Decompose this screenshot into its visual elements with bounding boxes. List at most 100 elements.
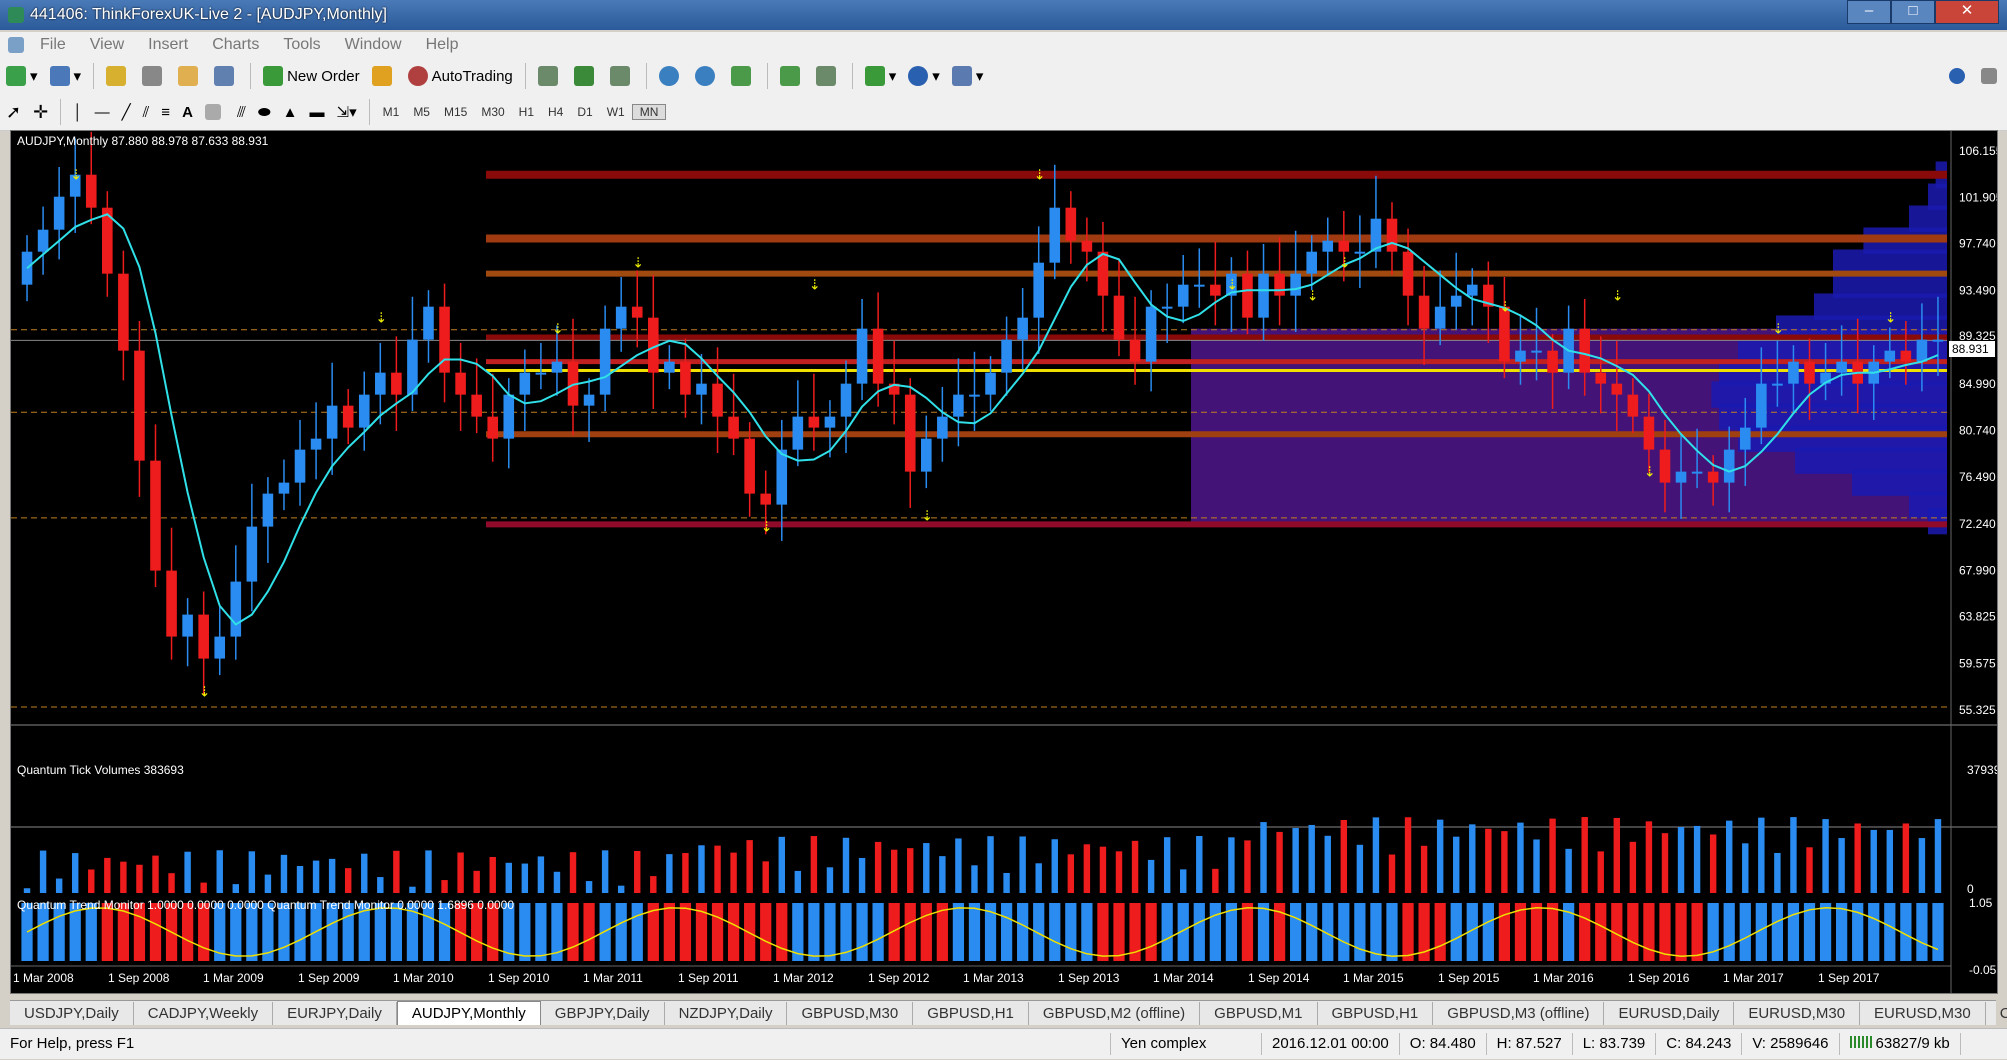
line-chart-button[interactable] [605,61,639,91]
volume-bar [1228,837,1235,893]
crosshair-tool[interactable]: ✛ [28,97,53,127]
new-order-icon [263,66,284,86]
candle-body [760,493,772,505]
zoom-in-button[interactable] [654,61,688,91]
fibo-tool[interactable]: ≡ [156,97,175,127]
timeframe-m5[interactable]: M5 [406,105,437,119]
triangle-tool[interactable]: ▲ [278,97,303,127]
profile-row [1928,507,1947,535]
menu-tools[interactable]: Tools [271,36,332,54]
rectangle-tool[interactable]: ▬ [305,97,330,127]
terminal-button[interactable] [209,61,243,91]
chart-tab[interactable]: CHFJPY,H1 [1986,1002,2007,1025]
candle-body [599,328,611,395]
ellipse-tool[interactable]: ⬬ [253,97,276,127]
menu-file[interactable]: File [28,36,78,54]
new-chart-button[interactable]: ▾ [1,61,43,91]
metaeditor-button[interactable] [367,61,401,91]
timeframe-w1[interactable]: W1 [600,105,632,119]
candle-body [1691,471,1703,474]
menu-insert[interactable]: Insert [136,36,200,54]
menu-help[interactable]: Help [414,36,471,54]
chart-tab[interactable]: GBPUSD,M2 (offline) [1029,1002,1201,1025]
profiles-button[interactable]: ▾ [45,61,87,91]
channel-tool[interactable]: ⫽ [138,97,155,127]
signal-arrow: ⇣ [921,508,933,524]
chart-tab[interactable]: GBPUSD,H1 [1318,1002,1434,1025]
search-button[interactable] [1944,61,1974,91]
trend-bar [1868,903,1880,961]
new-order-button[interactable]: New Order [258,61,365,91]
chart-tab[interactable]: GBPUSD,M3 (offline) [1433,1002,1605,1025]
chart-tab[interactable]: GBPUSD,M1 [1200,1002,1318,1025]
chart-tab[interactable]: AUDJPY,Monthly [396,1001,541,1025]
chart-tab[interactable]: USDJPY,Daily [10,1002,134,1025]
timeframe-m30[interactable]: M30 [474,105,511,119]
timeframe-mn[interactable]: MN [631,104,667,120]
market-watch-button[interactable] [101,61,135,91]
candlestick-button[interactable] [569,61,603,91]
zoom-out-button[interactable] [690,61,724,91]
indicators-button[interactable]: ▾ [860,61,902,91]
close-button[interactable]: ✕ [1935,0,1999,24]
chart-shift-button[interactable] [811,61,845,91]
timeframe-d1[interactable]: D1 [570,105,599,119]
autotrading-button[interactable]: AutoTrading [403,61,518,91]
templates-button[interactable]: ▾ [947,61,989,91]
trend-bar [1241,903,1254,961]
date-tick: 1 Sep 2017 [1818,971,1880,985]
chart-canvas[interactable]: ⇣ ⇣ ⇣ ⇣ ⇣ ⇣ ⇣ ⇣ ⇣ ⇣ ⇣ ⇣ ⇣ ⇣ ⇣ ⇣ ⇣ 106.155 101.905 97.740 93… [11,131,2007,993]
status-profile: Yen complex [1111,1033,1262,1055]
periods-button[interactable]: ▾ [903,61,945,91]
navigator-button[interactable] [137,61,171,91]
chart-tab[interactable]: GBPJPY,Daily [541,1002,665,1025]
chart-tab[interactable]: NZDJPY,Daily [665,1002,788,1025]
bar-chart-button[interactable] [533,61,567,91]
trendline-tool[interactable]: ╱ [117,97,136,127]
menu-window[interactable]: Window [333,36,414,54]
vertical-line-tool[interactable]: │ [68,97,87,127]
candle-body [631,306,643,318]
volume-bar [425,850,432,893]
chart-tab[interactable]: EURJPY,Daily [273,1002,397,1025]
timeframe-m15[interactable]: M15 [437,105,474,119]
trend-bar [1498,903,1511,961]
chart-tab[interactable]: EURUSD,M30 [1734,1002,1861,1025]
volume-bar [1340,820,1348,893]
menu-charts[interactable]: Charts [200,36,271,54]
status-help: For Help, press F1 [0,1033,1111,1055]
auto-scroll-button[interactable] [775,61,809,91]
timeframe-h4[interactable]: H4 [541,105,570,119]
volume-bar [617,885,625,893]
crosshair-icon [142,66,163,86]
volume-bar [1115,851,1123,893]
label-tool[interactable] [200,97,230,127]
menu-view[interactable]: View [78,36,136,54]
chart-tab[interactable]: CADJPY,Weekly [134,1002,274,1025]
cursor-tool[interactable]: ➚ [1,97,26,127]
lines-tool[interactable]: ⫻ [232,97,251,127]
volume-bar [296,865,304,893]
horizontal-line-tool[interactable]: — [90,97,115,127]
new-chart-icon [6,66,26,86]
trend-bar [1546,903,1559,961]
signal-arrow: ⇣ [1772,321,1784,337]
chart-tab[interactable]: GBPUSD,M30 [787,1002,914,1025]
text-tool[interactable]: A [177,97,198,127]
minimize-button[interactable]: – [1847,0,1891,24]
trend-bar [519,903,531,961]
data-window-button[interactable] [173,61,207,91]
timeframe-h1[interactable]: H1 [512,105,541,119]
arrows-tool[interactable]: ⇲▾ [332,97,362,127]
chart-tab[interactable]: EURUSD,M30 [1860,1002,1986,1025]
chart-tab[interactable]: GBPUSD,H1 [913,1002,1029,1025]
chart-tab[interactable]: EURUSD,Daily [1604,1002,1735,1025]
chart-window[interactable]: ⇣ ⇣ ⇣ ⇣ ⇣ ⇣ ⇣ ⇣ ⇣ ⇣ ⇣ ⇣ ⇣ ⇣ ⇣ ⇣ ⇣ 106.155 101.905 97.740 93… [10,130,2007,994]
tile-windows-button[interactable] [726,61,760,91]
timeframe-m1[interactable]: M1 [376,105,407,119]
volume-bar [232,884,239,893]
maximize-button[interactable]: □ [1891,0,1935,24]
community-button[interactable] [1976,61,2006,91]
candle-body [423,306,434,340]
standard-toolbar: ▾ ▾ New Order AutoTrading ▾ ▾ ▾ [0,58,2007,95]
